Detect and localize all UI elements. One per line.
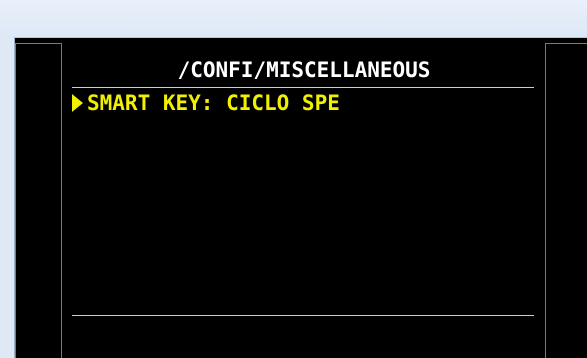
bottom-divider [72,315,534,316]
window-frame-left [0,37,15,358]
menu-item-smart-key[interactable]: SMART KEY: CICLO SPE [70,89,340,117]
application-window: /CONFI/MISCELLANEOUS SMART KEY: CICLO SP… [0,0,587,358]
menu-item-label: SMART KEY: CICLO SPE [87,91,340,115]
window-title-bar[interactable] [0,0,587,38]
triangle-right-icon [72,94,83,112]
page-title: /CONFI/MISCELLANEOUS [177,58,431,82]
display-screen [15,38,587,358]
left-softkey-panel[interactable] [15,43,62,358]
right-softkey-panel[interactable] [545,43,587,358]
title-divider [72,87,534,88]
